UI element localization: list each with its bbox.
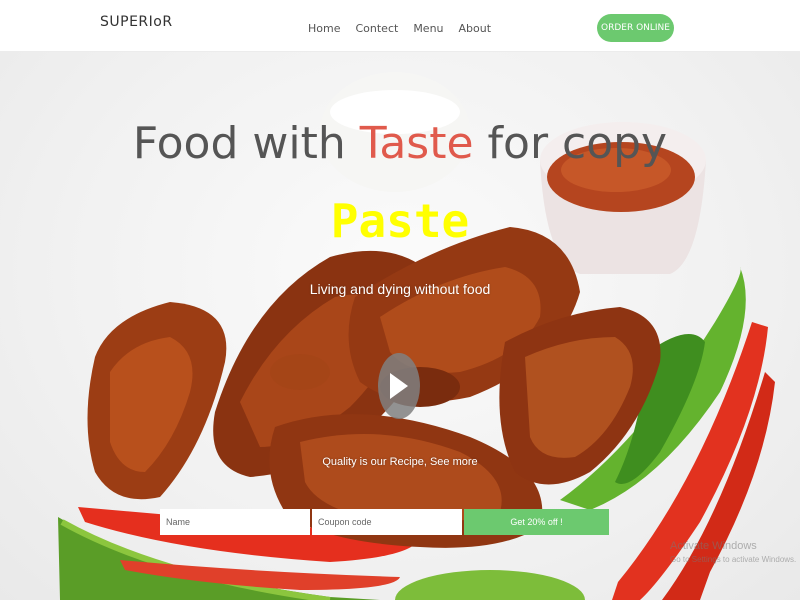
headline-part-2: for copy	[473, 118, 668, 169]
headline-accent: Taste	[359, 118, 474, 169]
watermark-line-1: Activate Windows	[670, 540, 757, 552]
nav-links: Home Contect Menu About	[308, 22, 491, 35]
nav-link-contact[interactable]: Contect	[355, 22, 398, 35]
hero-headline-line-2: Paste	[330, 194, 470, 248]
hero-subtitle: Living and dying without food	[309, 281, 491, 297]
nav-link-menu[interactable]: Menu	[413, 22, 443, 35]
nav-link-about[interactable]: About	[459, 22, 492, 35]
nav-link-home[interactable]: Home	[308, 22, 340, 35]
headline-part-1: Food with	[132, 118, 360, 169]
order-online-button[interactable]: ORDER ONLINE	[597, 14, 674, 42]
video-play-button[interactable]	[378, 353, 420, 419]
activate-windows-watermark: Activate Windows Go to Settings to activ…	[670, 540, 796, 564]
play-icon	[390, 373, 408, 399]
hero-headline: Food with Taste for copy	[0, 118, 800, 169]
coupon-form: Get 20% off !	[160, 509, 609, 535]
name-input[interactable]	[160, 509, 310, 535]
get-discount-button[interactable]: Get 20% off !	[464, 509, 609, 535]
hero-section: Food with Taste for copy Paste Living an…	[0, 52, 800, 600]
coupon-code-input[interactable]	[312, 509, 462, 535]
hero-tagline[interactable]: Quality is our Recipe, See more	[0, 456, 800, 468]
watermark-line-2: Go to Settings to activate Windows.	[670, 555, 797, 564]
navbar: SUPERIoR Home Contect Menu About ORDER O…	[0, 0, 800, 52]
brand-logo[interactable]: SUPERIoR	[100, 14, 173, 30]
